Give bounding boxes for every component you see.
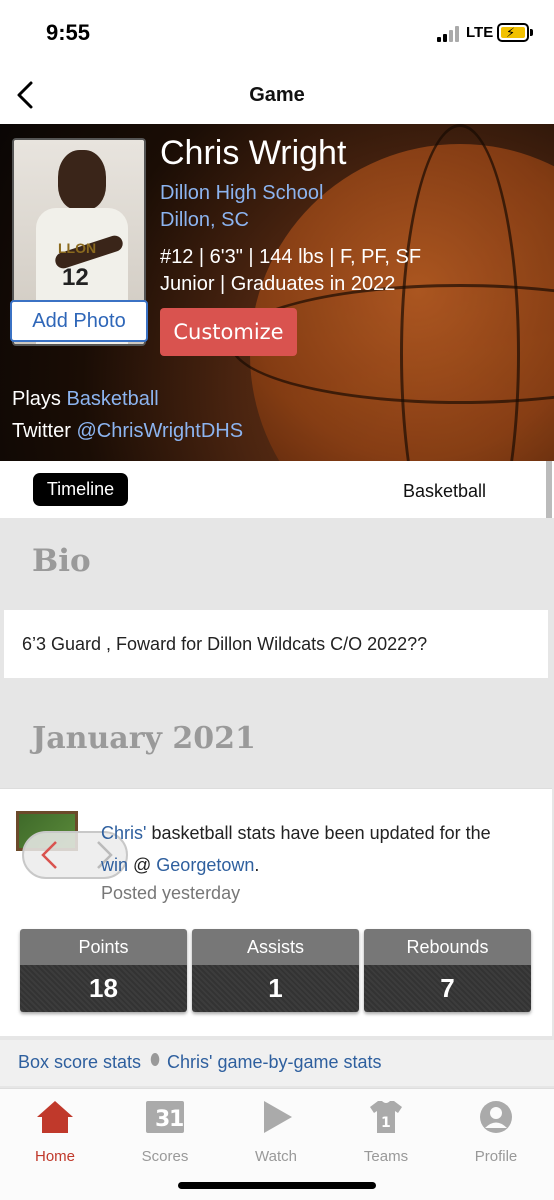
status-bar: 9:55 LTE ⚡ — [0, 0, 554, 68]
stat-label: Points — [20, 929, 187, 965]
nav-scores[interactable]: 3 1 Scores — [125, 1099, 205, 1165]
stat-rebounds: Rebounds 7 — [364, 929, 531, 1012]
twitter-handle-link[interactable]: @ChrisWrightDHS — [76, 420, 243, 442]
box-score-link[interactable]: Box score stats — [18, 1052, 141, 1073]
home-icon — [37, 1101, 73, 1133]
nav-label: Teams — [363, 1148, 409, 1165]
timeline-post-card: Chris' basketball stats have been update… — [0, 788, 552, 1036]
nav-label: Scores — [141, 1148, 189, 1165]
author-link[interactable]: Chris' — [101, 823, 146, 843]
stat-value: 18 — [20, 965, 187, 1012]
post-text: Chris' basketball stats have been update… — [101, 817, 521, 881]
stat-label: Rebounds — [364, 929, 531, 965]
bio-text: 6’3 Guard , Foward for Dillon Wildcats C… — [22, 634, 428, 654]
profile-tabs: Timeline Basketball — [0, 461, 554, 518]
home-indicator[interactable] — [178, 1182, 376, 1189]
battery-icon: ⚡ — [497, 23, 529, 42]
jersey-text: LLON — [58, 240, 97, 256]
nav-header: Game — [0, 68, 554, 124]
tab-basketball[interactable]: Basketball — [403, 481, 486, 502]
tab-scroll-indicator — [546, 461, 552, 518]
svg-text:1: 1 — [381, 1115, 391, 1131]
post-text-main: basketball stats have been updated for t… — [146, 823, 491, 843]
city-link[interactable]: Dillon, SC — [160, 209, 249, 232]
tab-timeline[interactable]: Timeline — [33, 473, 128, 506]
status-time: 9:55 — [46, 20, 91, 45]
player-details: #12 | 6'3" | 144 lbs | F, PF, SF — [160, 246, 422, 268]
watch-icon — [264, 1101, 292, 1133]
win-link[interactable]: win — [101, 855, 128, 875]
chevron-left-icon[interactable] — [38, 839, 60, 871]
plays-label: Plays — [12, 388, 61, 410]
nav-profile[interactable]: Profile — [456, 1099, 536, 1165]
stat-value: 1 — [192, 965, 359, 1012]
nav-label: Profile — [474, 1148, 518, 1165]
bio-heading: Bio — [32, 543, 91, 579]
link-separator-icon: ⬮ — [150, 1052, 161, 1069]
nav-watch[interactable]: Watch — [236, 1099, 316, 1165]
stat-assists: Assists 1 — [192, 929, 359, 1012]
svg-text:1: 1 — [169, 1107, 184, 1132]
twitter-label: Twitter — [12, 420, 71, 442]
stat-label: Assists — [192, 929, 359, 965]
sport-link[interactable]: Basketball — [66, 388, 158, 410]
page-title: Game — [249, 84, 305, 106]
post-period: . — [254, 855, 260, 875]
player-name: Chris Wright — [160, 134, 347, 172]
scores-icon: 3 1 — [146, 1101, 184, 1133]
stat-value: 7 — [364, 965, 531, 1012]
teams-icon: 1 — [370, 1101, 402, 1133]
jersey-number: 12 — [62, 264, 89, 291]
add-photo-button[interactable]: Add Photo — [10, 300, 148, 342]
customize-button[interactable]: Customize — [160, 308, 297, 356]
posted-time: Posted yesterday — [101, 883, 241, 903]
nav-home[interactable]: Home — [15, 1099, 95, 1165]
plays-line: Plays Basketball — [12, 388, 159, 411]
stats-links-bar: Box score stats ⬮ Chris' game-by-game st… — [0, 1040, 554, 1086]
network-type: LTE — [466, 24, 494, 41]
twitter-line: Twitter @ChrisWrightDHS — [12, 420, 243, 443]
post-at: @ — [128, 855, 157, 875]
month-heading: January 2021 — [32, 721, 256, 756]
school-link[interactable]: Dillon High School — [160, 182, 323, 205]
bio-card: 6’3 Guard , Foward for Dillon Wildcats C… — [4, 610, 548, 678]
profile-hero: LLON 12 Add Photo Chris Wright Dillon Hi… — [0, 124, 554, 461]
signal-icon — [437, 26, 461, 42]
battery-tip — [530, 29, 533, 36]
opponent-link[interactable]: Georgetown — [156, 855, 254, 875]
profile-icon — [480, 1101, 512, 1133]
game-by-game-link[interactable]: Chris' game-by-game stats — [167, 1052, 382, 1073]
nav-label: Watch — [255, 1148, 297, 1165]
screen: 9:55 LTE ⚡ Game LLON 12 Add Photo Chris … — [0, 0, 554, 1200]
class-line: Junior | Graduates in 2022 — [160, 273, 396, 295]
nav-label: Home — [34, 1148, 75, 1165]
nav-teams[interactable]: 1 Teams — [346, 1099, 426, 1165]
stat-points: Points 18 — [20, 929, 187, 1012]
